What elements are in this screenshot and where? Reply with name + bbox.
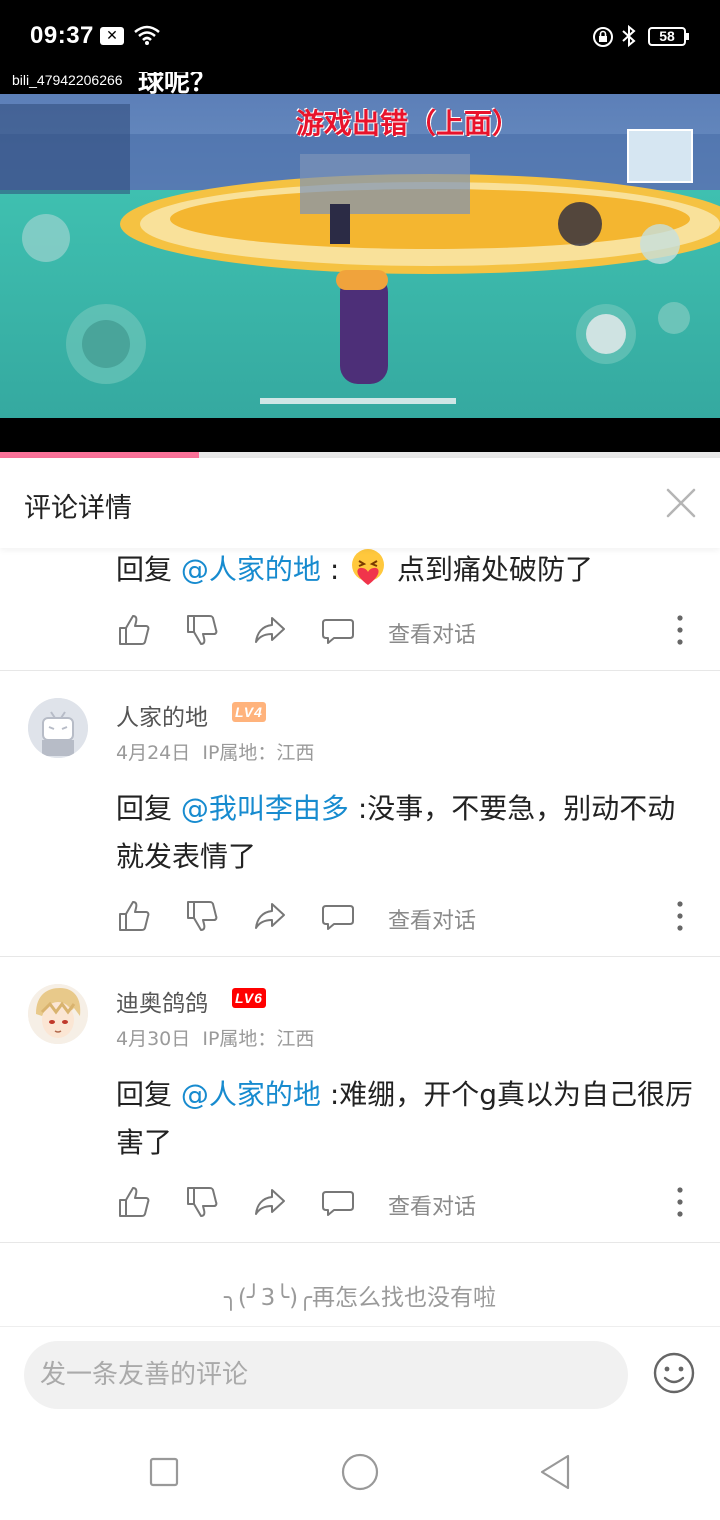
share-icon[interactable] (252, 898, 288, 934)
avatar[interactable] (28, 698, 88, 758)
comment-text: 回复 @人家的地 : 点到痛处破防了 (116, 548, 696, 594)
mention-link[interactable]: @人家的地 (181, 553, 321, 586)
emoji-icon[interactable] (652, 1351, 696, 1395)
comment-input-bar (0, 1326, 720, 1422)
comment-actions: 查看对话 (116, 898, 696, 938)
view-conversation-link[interactable]: 查看对话 (388, 1189, 476, 1221)
like-icon[interactable] (116, 898, 152, 934)
share-icon[interactable] (252, 1184, 288, 1220)
mention-link[interactable]: @人家的地 (181, 1078, 321, 1111)
comment-bubble-icon[interactable] (320, 612, 356, 648)
video-uploader: bili_47942206266 (12, 72, 123, 88)
default-tv-avatar-icon (28, 698, 88, 758)
battery-icon: 58 (648, 27, 689, 46)
more-options-icon[interactable] (676, 614, 684, 646)
triangle-back-icon[interactable] (536, 1452, 576, 1492)
more-options-icon[interactable] (676, 1186, 684, 1218)
like-icon[interactable] (116, 612, 152, 648)
comment-list[interactable]: 回复 @人家的地 : 点到痛处破防了 查看对话 人家的地 LV4 4月24日 I… (0, 548, 720, 1326)
comment-meta: 4月30日 IP属地：江西 (116, 1024, 314, 1051)
comment-actions: 查看对话 (116, 1184, 696, 1224)
game-scene-image (0, 94, 720, 418)
dislike-icon[interactable] (184, 612, 220, 648)
comment-meta: 4月24日 IP属地：江西 (116, 738, 314, 765)
comment-bubble-icon[interactable] (320, 898, 356, 934)
divider (0, 670, 720, 671)
rotation-lock-icon (593, 27, 613, 47)
level-badge: LV4 (232, 702, 266, 722)
avatar[interactable] (28, 984, 88, 1044)
mention-link[interactable]: @我叫李由多 (181, 792, 349, 825)
end-of-list-text: ╮(╯3╰)╭再怎么找也没有啦 (224, 1285, 496, 1311)
wifi-icon (134, 25, 160, 45)
comment-actions: 查看对话 (116, 612, 696, 652)
comment-username[interactable]: 迪奥鸽鸽 (116, 984, 208, 1018)
comment-bubble-icon[interactable] (320, 1184, 356, 1220)
like-icon[interactable] (116, 1184, 152, 1220)
page-title: 评论详情 (24, 493, 132, 524)
video-player[interactable]: bili_47942206266 球呢？ 游戏出错（上面） (0, 72, 720, 456)
comment-detail-header: 评论详情 (0, 458, 720, 548)
view-conversation-link[interactable]: 查看对话 (388, 903, 476, 935)
square-recents-icon[interactable] (144, 1452, 184, 1492)
anime-character-avatar-icon (28, 984, 88, 1044)
comment-text: 回复 @人家的地 :难绷，开个g真以为自己很厉害了 (116, 1078, 694, 1159)
comment-username[interactable]: 人家的地 (116, 698, 208, 732)
notification-x-icon: ✕ (100, 27, 124, 45)
comment-text: 回复 @我叫李由多 :没事，不要急，别动不动就发表情了 (116, 792, 676, 873)
status-time: 09:37 (30, 22, 94, 49)
video-overlay-caption: 游戏出错（上面） (296, 107, 521, 140)
comment-input[interactable] (24, 1341, 628, 1409)
comment-ip: IP属地：江西 (202, 1028, 315, 1050)
view-conversation-link[interactable]: 查看对话 (388, 617, 476, 649)
circle-home-icon[interactable] (340, 1452, 380, 1492)
system-navigation-bar (0, 1422, 720, 1520)
close-icon[interactable] (664, 486, 698, 520)
comment-ip: IP属地：江西 (202, 742, 315, 764)
more-options-icon[interactable] (676, 900, 684, 932)
divider (0, 956, 720, 957)
level-badge: LV6 (232, 988, 266, 1008)
bluetooth-icon (622, 24, 636, 48)
status-bar: 09:37 ✕ 58 (0, 0, 720, 72)
divider (0, 1242, 720, 1243)
comment-date: 4月24日 (116, 742, 191, 764)
dislike-icon[interactable] (184, 1184, 220, 1220)
share-icon[interactable] (252, 612, 288, 648)
love-hug-emoji-icon (352, 549, 385, 585)
dislike-icon[interactable] (184, 898, 220, 934)
comment-date: 4月30日 (116, 1028, 191, 1050)
